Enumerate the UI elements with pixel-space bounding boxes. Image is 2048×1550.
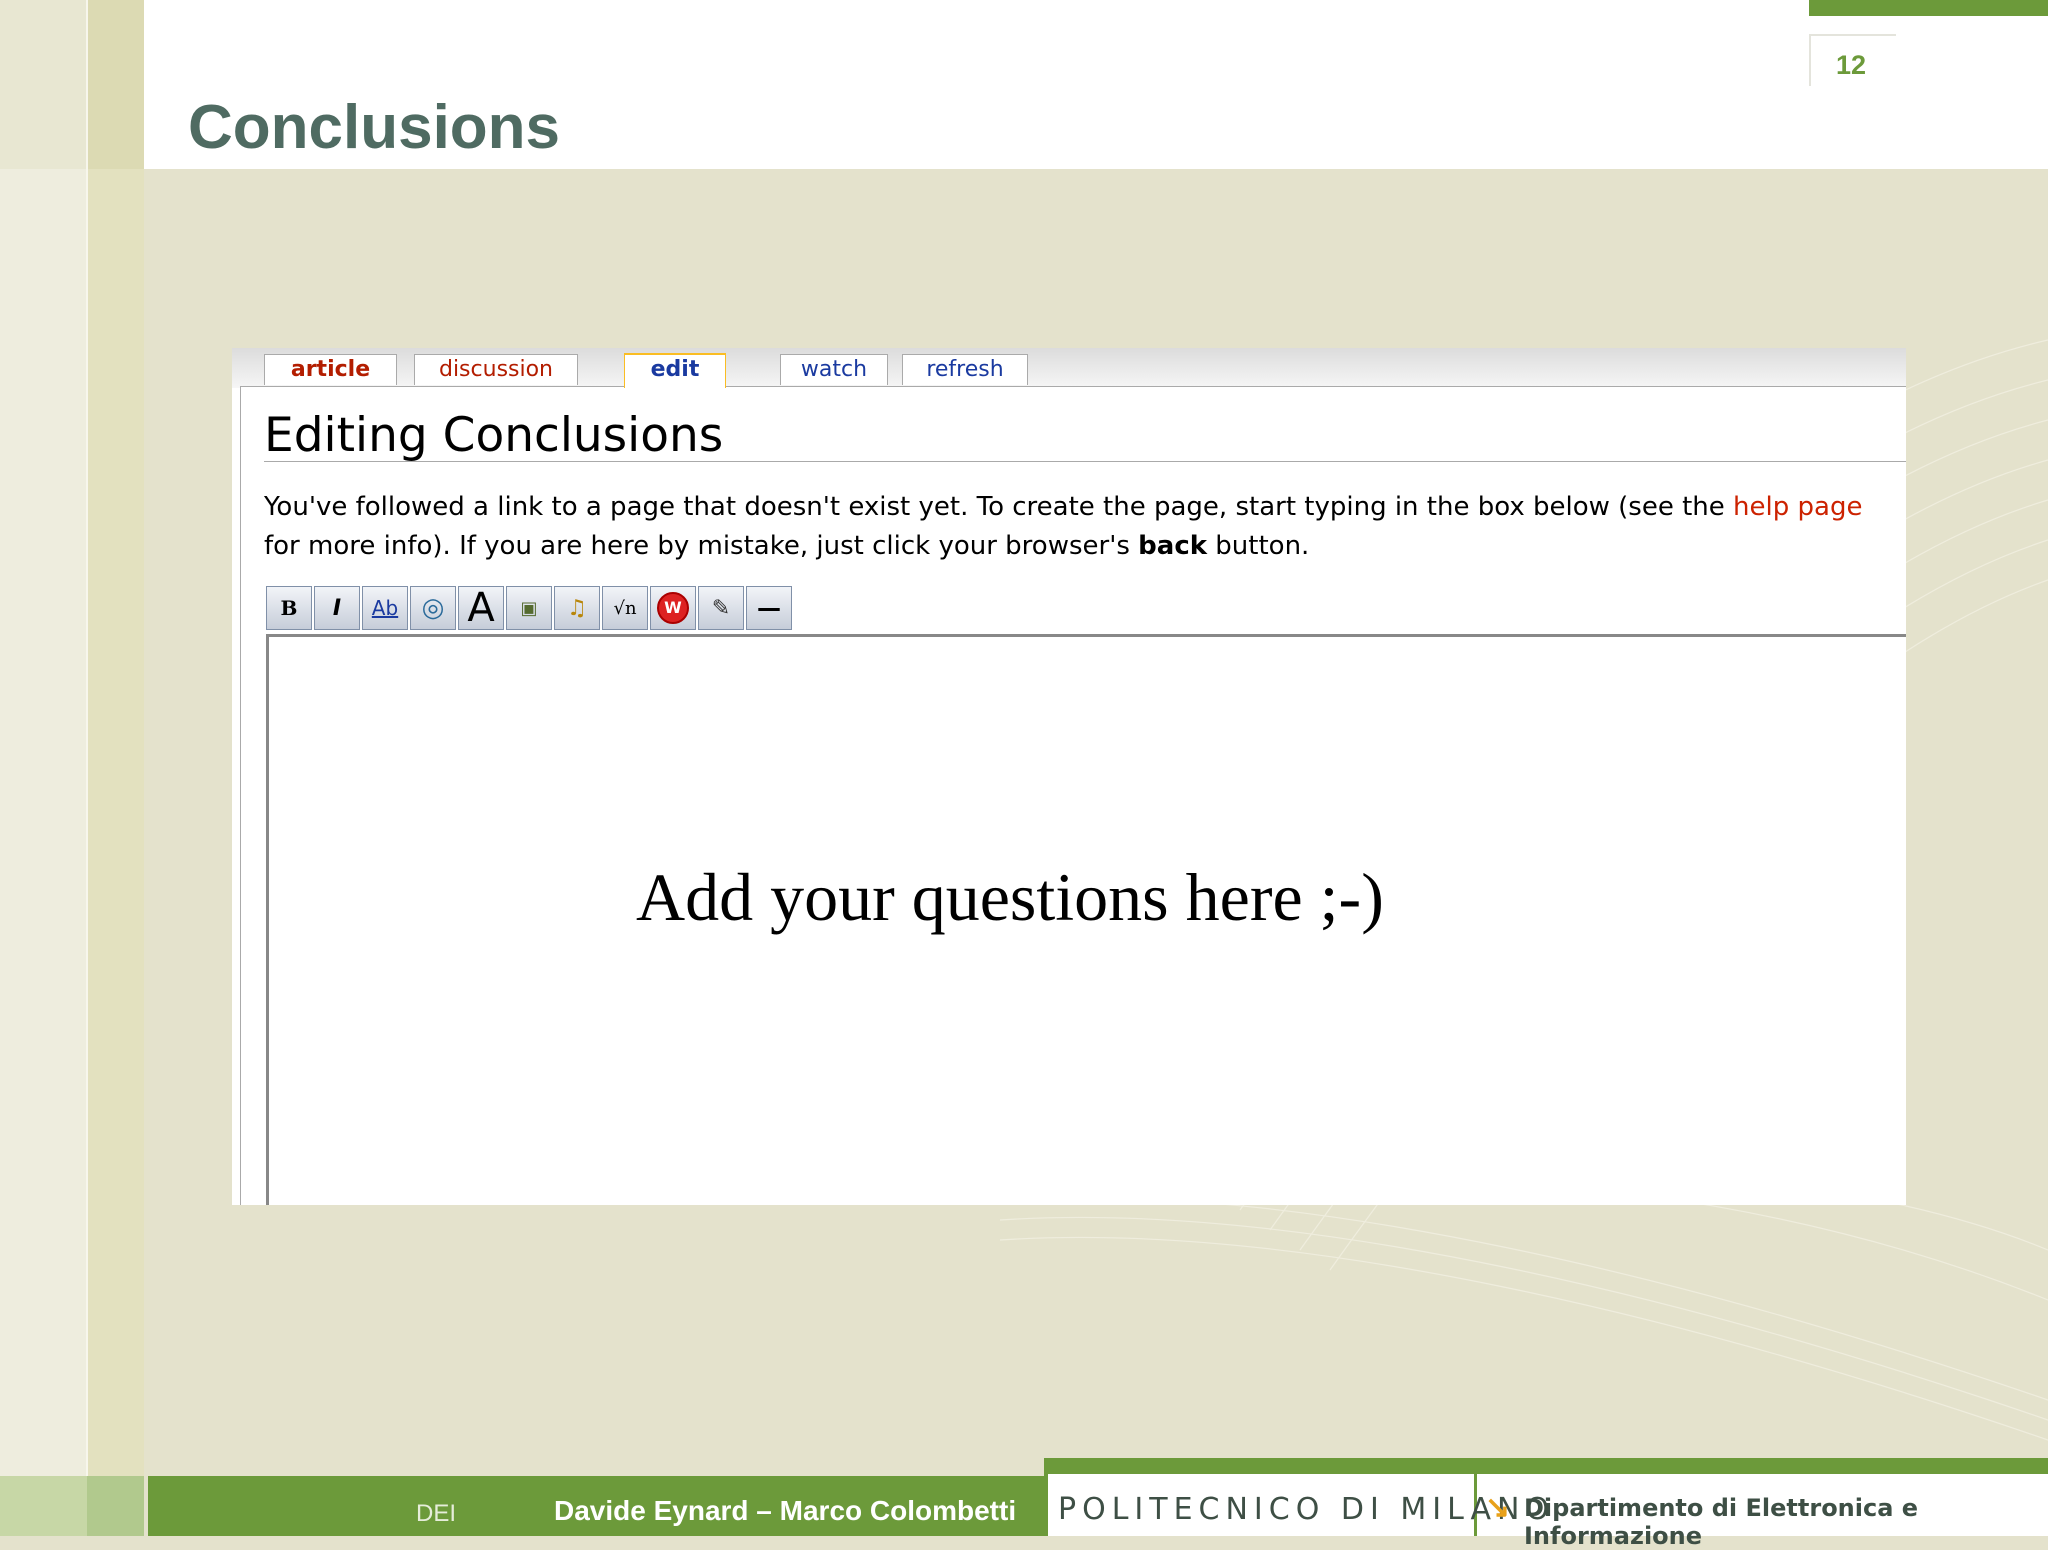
- nowiki-glyph: W: [657, 592, 689, 624]
- tab-edit[interactable]: edit: [624, 353, 726, 388]
- media-icon[interactable]: ♫: [554, 586, 600, 630]
- left-strip: [0, 0, 87, 1476]
- media-glyph: ♫: [567, 595, 587, 621]
- horizontal-line-icon[interactable]: —: [746, 586, 792, 630]
- politecnico-logo-text: POLITECNICO DI MILANO: [1058, 1492, 1556, 1527]
- italic-glyph: I: [332, 595, 342, 621]
- internal-link-icon[interactable]: Ab: [362, 586, 408, 630]
- nowiki-icon[interactable]: W: [650, 586, 696, 630]
- help-page-link[interactable]: help page: [1733, 492, 1862, 522]
- internal-link-glyph: Ab: [371, 596, 399, 620]
- top-accent-bar: [1809, 0, 2048, 16]
- signature-glyph: ✎: [711, 595, 731, 621]
- tab-article-label: article: [290, 357, 371, 382]
- tab-refresh[interactable]: refresh: [902, 354, 1028, 385]
- header-left-block-inner: [87, 0, 144, 169]
- headline-icon[interactable]: A: [458, 586, 504, 630]
- headline-glyph: A: [467, 585, 495, 631]
- tab-discussion[interactable]: discussion: [414, 354, 578, 385]
- italic-icon[interactable]: I: [314, 586, 360, 630]
- wiki-screenshot: article discussion edit watch refresh Ed…: [232, 348, 1906, 1205]
- create-page-notice: You've followed a link to a page that do…: [264, 488, 1904, 566]
- footer-left-block: [0, 1476, 87, 1536]
- image-glyph: ▣: [520, 597, 538, 619]
- footer-dei: DEI: [416, 1500, 457, 1527]
- footer-authors: Davide Eynard – Marco Colombetti: [554, 1495, 1017, 1526]
- tab-edit-label: edit: [650, 357, 700, 382]
- signature-icon[interactable]: ✎: [698, 586, 744, 630]
- tab-watch-label: watch: [800, 357, 868, 382]
- questions-prompt: Add your questions here ;-): [636, 859, 1384, 935]
- math-glyph: √n: [613, 597, 637, 619]
- strip-divider: [86, 0, 88, 1476]
- notice-back-word: back: [1138, 531, 1208, 561]
- math-icon[interactable]: √n: [602, 586, 648, 630]
- slide-title: Conclusions: [188, 93, 561, 162]
- edit-toolbar: B I Ab ◎ A ▣ ♫ √n W ✎ —: [266, 586, 794, 630]
- page-number: 12: [1836, 50, 1867, 80]
- tab-discussion-label: discussion: [438, 357, 554, 382]
- arrow-icon: ↘: [1485, 1491, 1511, 1524]
- external-link-icon[interactable]: ◎: [410, 586, 456, 630]
- notice-text-3: button.: [1207, 531, 1310, 561]
- edit-page-heading: Editing Conclusions: [264, 408, 724, 463]
- notice-text-1: You've followed a link to a page that do…: [264, 492, 1734, 522]
- horizontal-line-glyph: —: [757, 594, 781, 622]
- bold-glyph: B: [280, 596, 298, 620]
- heading-rule: [264, 461, 1906, 462]
- image-icon[interactable]: ▣: [506, 586, 552, 630]
- external-link-glyph: ◎: [421, 593, 445, 623]
- tab-refresh-label: refresh: [926, 357, 1004, 382]
- left-strip-inner: [87, 0, 144, 1476]
- department-logo-text: Dipartimento di Elettronica e Informazio…: [1524, 1494, 1919, 1550]
- notice-text-2: for more info). If you are here by mista…: [264, 531, 1139, 561]
- footer-left-block-inner: [87, 1476, 144, 1536]
- bold-icon[interactable]: B: [266, 586, 312, 630]
- tab-watch[interactable]: watch: [780, 354, 888, 385]
- tab-article[interactable]: article: [264, 354, 397, 385]
